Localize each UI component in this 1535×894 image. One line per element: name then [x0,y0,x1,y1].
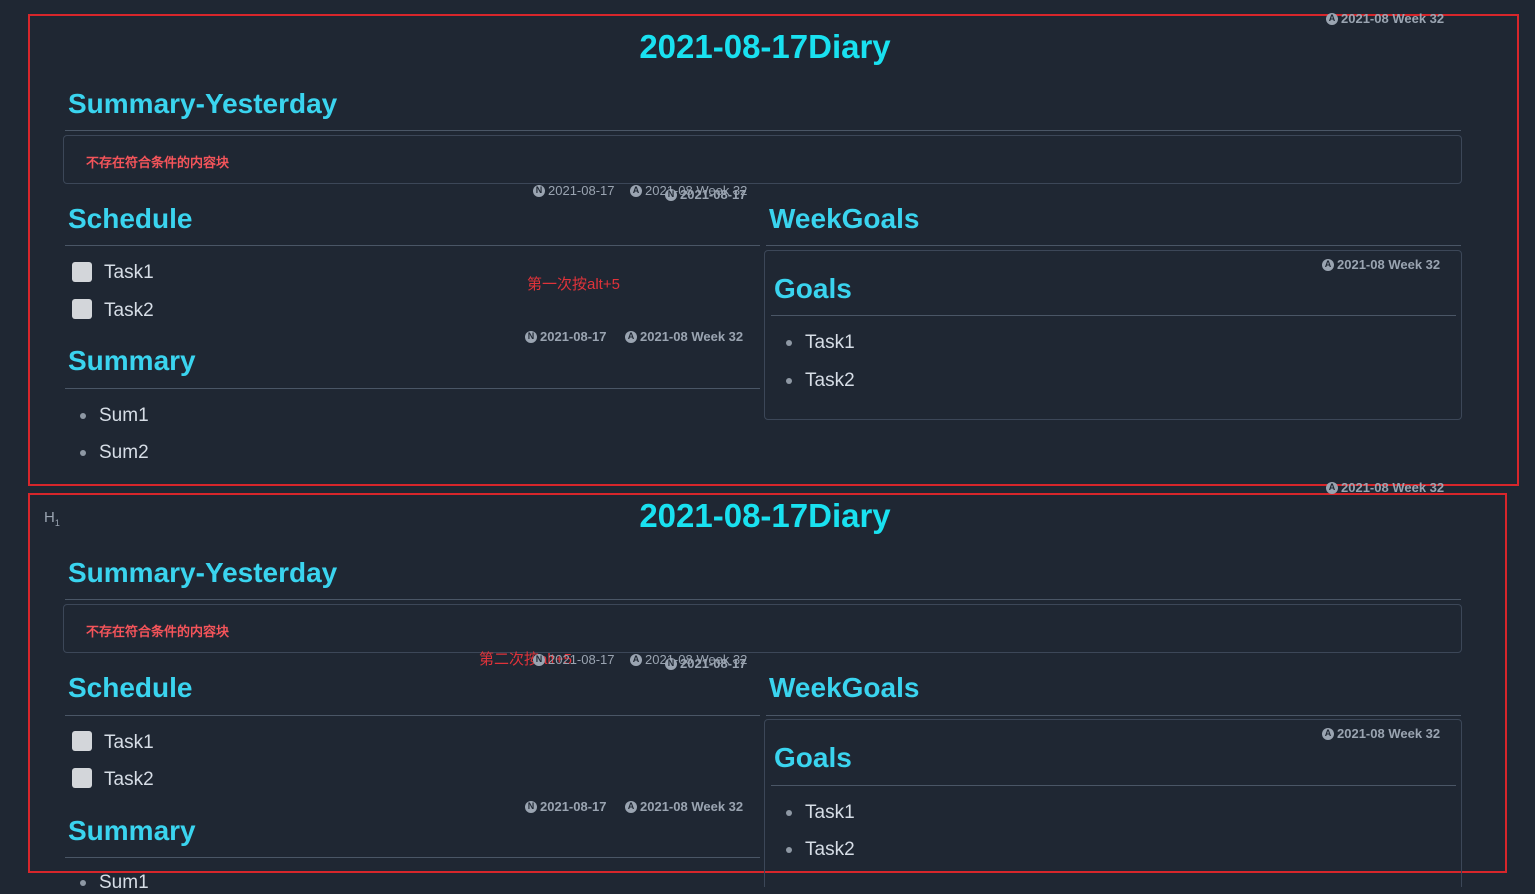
daily-badge-icon: N [533,653,545,666]
divider [766,715,1461,716]
list-item: Sum1 [99,405,149,426]
week-meta[interactable]: A 2021-08 Week 32 [625,799,743,814]
week-meta-text: 2021-08 Week 32 [640,329,744,344]
goals-embed-block[interactable] [764,250,1462,420]
week-meta-text: 2021-08 Week 32 [640,799,744,814]
heading-summary[interactable]: Summary [68,345,196,377]
divider [771,785,1456,786]
task-checkbox[interactable] [72,768,92,788]
week-meta[interactable]: A 2021-08 Week 32 [1326,480,1444,495]
heading-summary-yesterday[interactable]: Summary-Yesterday [68,88,337,120]
divider [65,130,1461,131]
daily-meta[interactable]: N 2021-08-17 [525,799,607,814]
daily-badge-icon: N [533,184,545,197]
week-meta[interactable]: A 2021-08 Week 32 [1322,257,1440,272]
divider [766,245,1461,246]
no-result-message: 不存在符合条件的内容块 [86,624,230,639]
divider [771,315,1456,316]
bullet-icon [786,378,792,384]
task-label: Task1 [104,262,154,283]
daily-badge-icon: N [665,188,677,201]
week-meta-text: 2021-08 Week 32 [1337,257,1441,272]
divider [65,245,760,246]
bullet-icon [80,413,86,419]
annotation-note: 第一次按alt+5 [527,276,620,293]
bullet-icon [80,450,86,456]
task-checkbox[interactable] [72,731,92,751]
page-title: 2021-08-17Diary [639,28,891,65]
weekly-badge-icon: A [630,184,642,197]
divider [65,388,760,389]
task-label: Task2 [104,769,154,790]
no-result-message: 不存在符合条件的内容块 [86,155,230,170]
daily-meta-text: 2021-08-17 [548,652,615,667]
daily-meta-text: 2021-08-17 [680,656,747,671]
daily-meta-text: 2021-08-17 [540,329,607,344]
week-meta[interactable]: A 2021-08 Week 32 [1322,726,1440,741]
daily-badge-icon: N [525,800,537,813]
list-item: Task2 [805,370,855,391]
daily-meta[interactable]: N 2021-08-17 [533,183,615,198]
weekly-badge-icon: A [1326,481,1338,494]
daily-meta[interactable]: N 2021-08-17 [665,187,747,202]
daily-meta[interactable]: N 2021-08-17 [525,329,607,344]
divider [65,715,760,716]
heading-weekgoals[interactable]: WeekGoals [769,203,919,235]
weekly-badge-icon: A [630,653,642,666]
weekly-badge-icon: A [1326,12,1338,25]
list-item: Sum2 [99,442,149,463]
task-label: Task2 [104,300,154,321]
list-item: Task1 [805,802,855,823]
weekly-badge-icon: A [625,800,637,813]
bullet-icon [786,340,792,346]
week-meta-text: 2021-08 Week 32 [1337,726,1441,741]
goals-embed-block[interactable] [764,719,1462,887]
query-embed-block[interactable] [63,135,1462,184]
heading-schedule[interactable]: Schedule [68,203,192,235]
query-embed-block[interactable] [63,604,1462,653]
task-label: Task1 [104,732,154,753]
heading-summary-yesterday[interactable]: Summary-Yesterday [68,557,337,589]
heading-summary[interactable]: Summary [68,815,196,847]
week-meta[interactable]: A 2021-08 Week 32 [1326,11,1444,26]
heading-goals[interactable]: Goals [774,273,852,305]
week-meta-text: 2021-08 Week 32 [1341,480,1445,495]
daily-meta[interactable]: N 2021-08-17 [533,652,615,667]
list-item: Sum1 [99,872,149,893]
bullet-icon [786,810,792,816]
list-item: Task1 [805,332,855,353]
bullet-icon [786,847,792,853]
daily-badge-icon: N [525,330,537,343]
task-checkbox[interactable] [72,299,92,319]
daily-meta-text: 2021-08-17 [680,187,747,202]
daily-meta-text: 2021-08-17 [548,183,615,198]
divider [65,857,760,858]
weekly-badge-icon: A [1322,258,1334,271]
weekly-badge-icon: A [625,330,637,343]
bullet-icon [80,880,86,886]
heading-schedule[interactable]: Schedule [68,672,192,704]
heading-weekgoals[interactable]: WeekGoals [769,672,919,704]
daily-badge-icon: N [665,657,677,670]
daily-meta[interactable]: N 2021-08-17 [665,656,747,671]
heading-goals[interactable]: Goals [774,742,852,774]
divider [65,599,1461,600]
page-title: 2021-08-17Diary [639,497,891,534]
task-checkbox[interactable] [72,262,92,282]
week-meta-text: 2021-08 Week 32 [1341,11,1445,26]
daily-meta-text: 2021-08-17 [540,799,607,814]
week-meta[interactable]: A 2021-08 Week 32 [625,329,743,344]
weekly-badge-icon: A [1322,727,1334,740]
list-item: Task2 [805,839,855,860]
